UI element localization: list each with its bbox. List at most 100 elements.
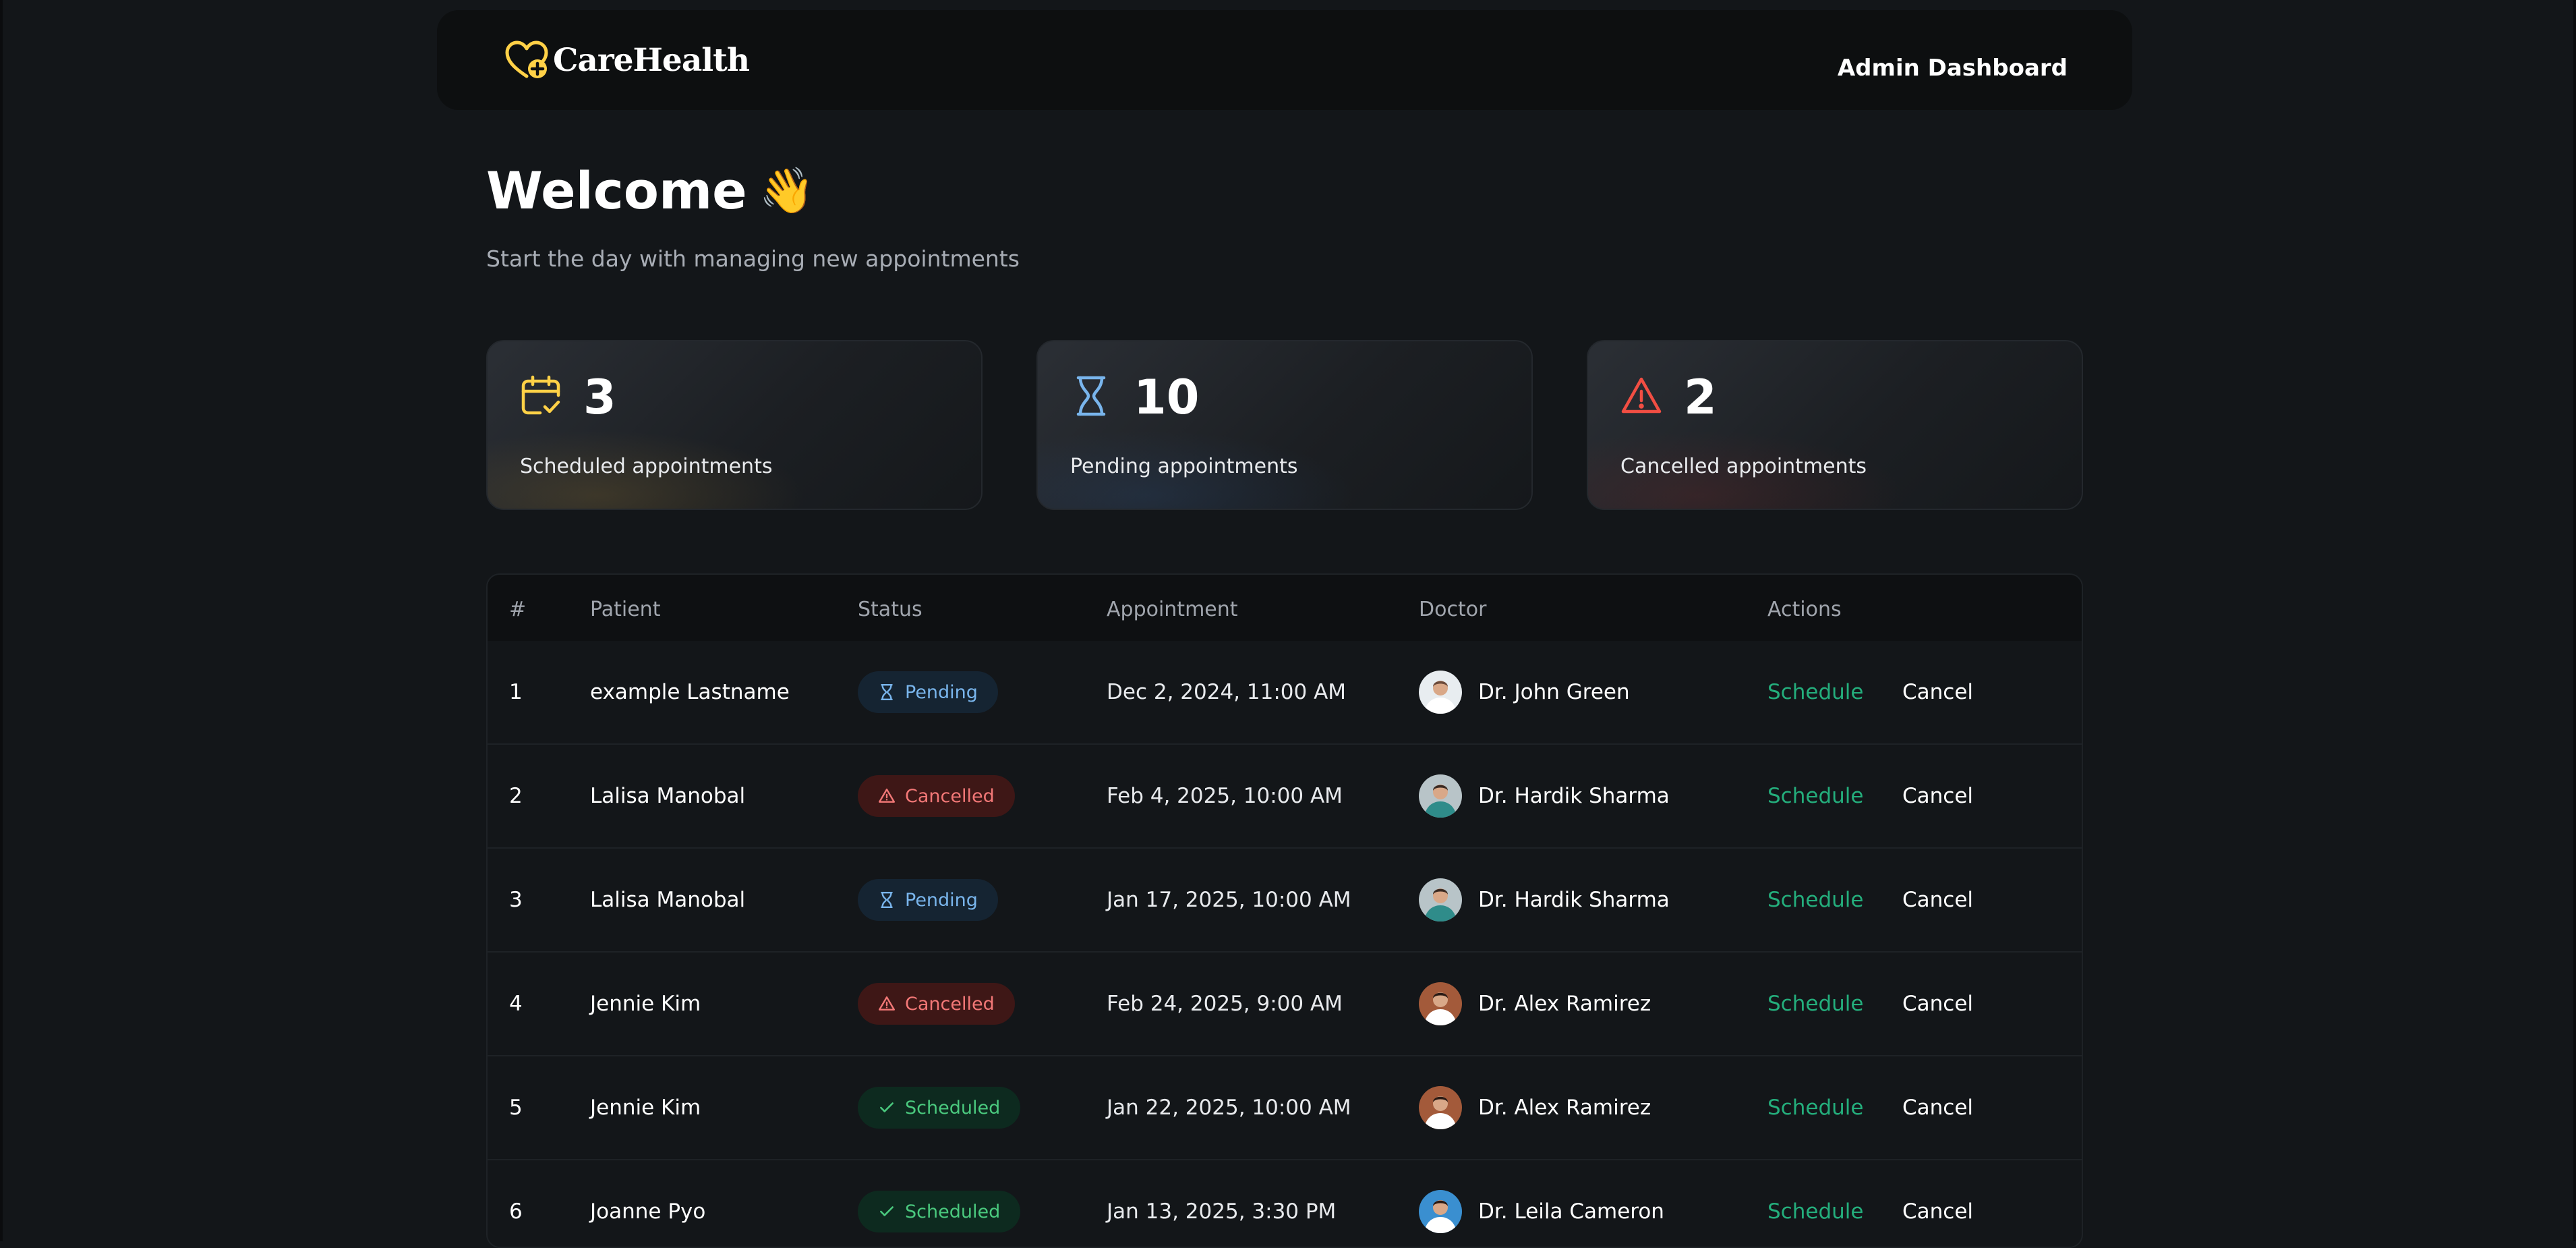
doctor-avatar — [1419, 878, 1462, 921]
column-header-index: # — [509, 598, 527, 621]
table-row: 4 Jennie Kim Cancelled Feb 24, 2025, 9:00 A… — [488, 953, 2082, 1056]
doctor-avatar — [1419, 774, 1462, 818]
table-row: 1 example Lastname Pending Dec 2, 2024, 11:… — [488, 641, 2082, 745]
appointment-date: Jan 13, 2025, 3:30 PM — [1107, 1199, 1337, 1224]
status-badge: Scheduled — [858, 1087, 1021, 1129]
stat-count-scheduled: 3 — [583, 370, 616, 425]
brand-name: CareHealth — [553, 41, 750, 79]
cancel-button[interactable]: Cancel — [1902, 953, 1973, 1055]
check-icon — [880, 1102, 894, 1112]
status-cell: Cancelled — [858, 953, 1015, 1055]
doctor-name: Dr. Hardik Sharma — [1478, 888, 1670, 912]
schedule-button[interactable]: Schedule — [1767, 745, 1863, 847]
schedule-button[interactable]: Schedule — [1767, 953, 1863, 1055]
brand-logo[interactable]: CareHealth — [504, 40, 750, 80]
status-badge: Cancelled — [858, 983, 1015, 1025]
doctor-name: Dr. Alex Ramirez — [1478, 992, 1651, 1016]
heart-plus-icon — [505, 40, 548, 78]
header-title: Admin Dashboard — [1837, 55, 2068, 82]
hourglass-icon — [881, 891, 893, 909]
doctor-name: Dr. Leila Cameron — [1478, 1199, 1664, 1224]
column-header-doctor: Doctor — [1419, 598, 1487, 621]
doctor-cell: Dr. John Green — [1419, 641, 1630, 743]
status-cell: Cancelled — [858, 745, 1015, 847]
appointment-date: Feb 24, 2025, 9:00 AM — [1107, 992, 1343, 1016]
status-text: Scheduled — [905, 1201, 1001, 1222]
table-row: 3 Lalisa Manobal Pending Jan 17, 2025, 10:0… — [488, 849, 2082, 953]
doctor-cell: Dr. Leila Cameron — [1419, 1160, 1664, 1247]
doctor-cell: Dr. Hardik Sharma — [1419, 849, 1670, 951]
status-text: Pending — [905, 681, 978, 703]
cancel-button[interactable]: Cancel — [1902, 745, 1973, 847]
patient-name: Jennie Kim — [590, 1096, 701, 1120]
cancel-button[interactable]: Cancel — [1902, 1160, 1973, 1247]
waving-hand-emoji: 👋 — [759, 164, 815, 217]
table-row: 6 Joanne Pyo Scheduled Jan 13, 2025, 3:30 P… — [488, 1160, 2082, 1247]
doctor-name: Dr. Hardik Sharma — [1478, 784, 1670, 808]
page-title: Welcome 👋 — [486, 161, 815, 221]
patient-name: Joanne Pyo — [590, 1199, 706, 1224]
stat-label-cancelled: Cancelled appointments — [1620, 455, 1867, 478]
column-header-actions: Actions — [1767, 598, 1842, 621]
row-index: 3 — [509, 888, 523, 912]
page-subtitle: Start the day with managing new appointm… — [486, 246, 1020, 272]
appointment-date: Jan 22, 2025, 10:00 AM — [1107, 1096, 1351, 1120]
appointments-table: # Patient Status Appointment Doctor Acti… — [486, 573, 2083, 1248]
status-cell: Pending — [858, 641, 998, 743]
table-row: 2 Lalisa Manobal Cancelled Feb 4, 2025, 10:… — [488, 745, 2082, 849]
status-badge: Pending — [858, 671, 998, 713]
column-header-appointment: Appointment — [1107, 598, 1238, 621]
hourglass-icon — [881, 683, 893, 701]
doctor-avatar — [1419, 1190, 1462, 1233]
row-index: 4 — [509, 992, 523, 1016]
doctor-avatar — [1419, 671, 1462, 714]
status-badge: Scheduled — [858, 1191, 1021, 1232]
status-cell: Scheduled — [858, 1056, 1021, 1159]
table-header: # Patient Status Appointment Doctor Acti… — [488, 575, 2082, 641]
doctor-cell: Dr. Alex Ramirez — [1419, 1056, 1651, 1159]
calendar-check-icon — [521, 375, 560, 415]
stat-card-scheduled: 3 Scheduled appointments — [486, 340, 983, 510]
column-header-patient: Patient — [590, 598, 661, 621]
column-header-status: Status — [858, 598, 923, 621]
patient-name: Jennie Kim — [590, 992, 701, 1016]
row-index: 2 — [509, 784, 523, 808]
cancel-button[interactable]: Cancel — [1902, 1056, 1973, 1159]
appointment-date: Jan 17, 2025, 10:00 AM — [1107, 888, 1351, 912]
welcome-text: Welcome — [486, 161, 747, 221]
doctor-cell: Dr. Alex Ramirez — [1419, 953, 1651, 1055]
doctor-name: Dr. Alex Ramirez — [1478, 1096, 1651, 1120]
schedule-button[interactable]: Schedule — [1767, 849, 1863, 951]
doctor-name: Dr. John Green — [1478, 680, 1630, 704]
alert-triangle-icon — [878, 789, 896, 803]
appointment-date: Dec 2, 2024, 11:00 AM — [1107, 680, 1347, 704]
doctor-cell: Dr. Hardik Sharma — [1419, 745, 1670, 847]
top-header: CareHealth Admin Dashboard — [437, 10, 2132, 110]
schedule-button[interactable]: Schedule — [1767, 641, 1863, 743]
alert-triangle-icon — [878, 996, 896, 1011]
patient-name: example Lastname — [590, 680, 790, 704]
doctor-avatar — [1419, 1086, 1462, 1129]
status-text: Cancelled — [905, 993, 995, 1015]
status-cell: Pending — [858, 849, 998, 951]
status-text: Cancelled — [905, 785, 995, 807]
cancel-button[interactable]: Cancel — [1902, 641, 1973, 743]
stat-label-pending: Pending appointments — [1070, 455, 1298, 478]
stat-card-pending: 10 Pending appointments — [1036, 340, 1533, 510]
status-badge: Cancelled — [858, 775, 1015, 817]
row-index: 6 — [509, 1199, 523, 1224]
patient-name: Lalisa Manobal — [590, 784, 746, 808]
schedule-button[interactable]: Schedule — [1767, 1056, 1863, 1159]
status-text: Pending — [905, 889, 978, 911]
row-index: 5 — [509, 1096, 523, 1120]
row-index: 1 — [509, 680, 523, 704]
appointment-date: Feb 4, 2025, 10:00 AM — [1107, 784, 1343, 808]
stat-count-cancelled: 2 — [1684, 370, 1717, 425]
cancel-button[interactable]: Cancel — [1902, 849, 1973, 951]
schedule-button[interactable]: Schedule — [1767, 1160, 1863, 1247]
status-cell: Scheduled — [858, 1160, 1021, 1247]
patient-name: Lalisa Manobal — [590, 888, 746, 912]
stat-label-scheduled: Scheduled appointments — [520, 455, 773, 478]
stat-count-pending: 10 — [1134, 370, 1200, 425]
status-text: Scheduled — [905, 1097, 1001, 1118]
